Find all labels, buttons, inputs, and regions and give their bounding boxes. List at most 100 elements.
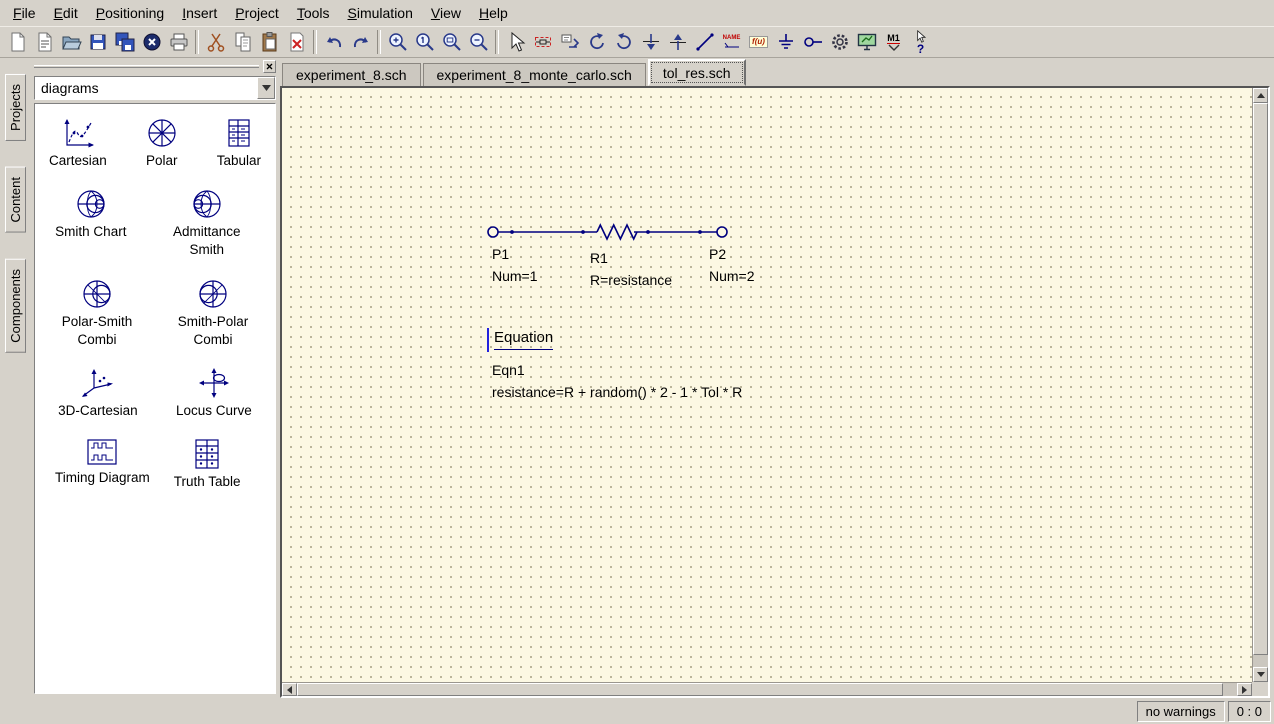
toolbar-separator (495, 30, 499, 54)
list-item-smith-polar-combi[interactable]: Smith-Polar Combi (165, 277, 261, 349)
timing-diagram-icon (85, 437, 119, 467)
cartesian-diagram-icon (60, 116, 96, 150)
copy-button[interactable] (229, 29, 256, 56)
list-item-truth-table[interactable]: Truth Table (174, 437, 241, 491)
menu-insert[interactable]: Insert (173, 2, 226, 24)
insert-ground-button[interactable] (772, 29, 799, 56)
close-document-button[interactable] (138, 29, 165, 56)
tab-experiment-8-monte-carlo[interactable]: experiment_8_monte_carlo.sch (423, 63, 646, 86)
menu-edit[interactable]: Edit (45, 2, 87, 24)
menu-view[interactable]: View (422, 2, 470, 24)
horizontal-scroll-thumb[interactable] (297, 683, 1223, 696)
zoom-in-button[interactable] (384, 29, 411, 56)
move-text-button[interactable] (556, 29, 583, 56)
sidebar-tab-components[interactable]: Components (5, 259, 26, 353)
dropdown-arrow-button[interactable] (257, 77, 275, 99)
activate-deactivate-button[interactable] (529, 29, 556, 56)
component-name-label[interactable]: P2 (709, 246, 726, 262)
zoom-reset-button[interactable] (411, 29, 438, 56)
save-all-button[interactable] (111, 29, 138, 56)
horizontal-scrollbar[interactable] (282, 682, 1252, 696)
show-last-messages-button[interactable]: M1 (880, 29, 907, 56)
zoom-out-button[interactable] (465, 29, 492, 56)
mirror-y-button[interactable] (664, 29, 691, 56)
ground-icon (775, 31, 797, 53)
simulate-button[interactable] (826, 29, 853, 56)
sidebar-tab-projects[interactable]: Projects (5, 74, 26, 141)
list-item-polar[interactable]: Polar (145, 116, 179, 170)
list-item-label: Tabular (217, 152, 261, 170)
list-item-smith-chart[interactable]: Smith Chart (55, 187, 126, 241)
component-property-label[interactable]: Num=2 (709, 268, 755, 284)
statusbar: no warnings 0 : 0 (0, 698, 1274, 724)
list-item-cartesian[interactable]: Cartesian (49, 116, 107, 170)
equation-name-label[interactable]: Eqn1 (492, 362, 525, 378)
print-button[interactable] (165, 29, 192, 56)
menu-project[interactable]: Project (226, 2, 288, 24)
select-button[interactable] (502, 29, 529, 56)
mirror-about-x-icon (640, 31, 662, 53)
rotate-cw-button[interactable] (610, 29, 637, 56)
list-item-admittance-smith[interactable]: Admittance Smith (159, 187, 255, 259)
rotate-button[interactable] (583, 29, 610, 56)
component-category-dropdown[interactable]: diagrams (34, 76, 276, 100)
list-item-label: Truth Table (174, 473, 241, 491)
save-button[interactable] (84, 29, 111, 56)
insert-wire-label-button[interactable]: NAME (718, 29, 745, 56)
mirror-x-button[interactable] (637, 29, 664, 56)
menu-simulation[interactable]: Simulation (339, 2, 422, 24)
whats-this-button[interactable]: ? (907, 29, 934, 56)
tab-experiment-8[interactable]: experiment_8.sch (282, 63, 421, 86)
scroll-left-button[interactable] (282, 683, 297, 696)
list-item-timing-diagram[interactable]: Timing Diagram (55, 437, 150, 487)
menu-help[interactable]: Help (470, 2, 517, 24)
new-document-button[interactable] (3, 29, 30, 56)
scroll-down-button[interactable] (1253, 667, 1268, 682)
port-p1-symbol[interactable] (488, 227, 498, 237)
list-item-3d-cartesian[interactable]: 3D-Cartesian (58, 366, 138, 420)
insert-port-button[interactable] (799, 29, 826, 56)
redo-button[interactable] (347, 29, 374, 56)
diagram-row: Polar-Smith Combi Smith-Polar Combi (39, 277, 271, 349)
cut-button[interactable] (202, 29, 229, 56)
list-item-tabular[interactable]: Tabular (217, 116, 261, 170)
menu-positioning[interactable]: Positioning (87, 2, 174, 24)
component-property-label[interactable]: R=resistance (590, 272, 672, 288)
undo-button[interactable] (320, 29, 347, 56)
toolbar: NAME f(u) M1 ? (0, 26, 1274, 58)
arrow-down-icon (1257, 672, 1265, 677)
vertical-scroll-thumb[interactable] (1253, 103, 1268, 655)
list-item-label: Admittance Smith (159, 223, 255, 259)
resistor-r1-symbol[interactable] (597, 225, 637, 239)
component-name-label[interactable]: P1 (492, 246, 509, 262)
component-name-label[interactable]: R1 (590, 250, 608, 266)
port-p2-symbol[interactable] (717, 227, 727, 237)
list-item-polar-smith-combi[interactable]: Polar-Smith Combi (49, 277, 145, 349)
equation-component[interactable]: Equation (487, 328, 555, 352)
dock-handle[interactable] (34, 65, 259, 68)
insert-equation-button[interactable]: f(u) (745, 29, 772, 56)
wire-label-line-icon (723, 41, 741, 49)
equation-formula-label[interactable]: resistance=R + random() * 2 - 1 * Tol * … (492, 384, 742, 400)
dock-close-button[interactable] (263, 60, 276, 73)
sidebar-tab-content[interactable]: Content (5, 167, 26, 233)
view-data-display-button[interactable] (853, 29, 880, 56)
menu-tools[interactable]: Tools (288, 2, 339, 24)
scroll-right-button[interactable] (1237, 683, 1252, 696)
insert-wire-button[interactable] (691, 29, 718, 56)
schematic-canvas[interactable]: P1 Num=1 R1 R=resistance P2 Num=2 Equati… (282, 88, 1252, 682)
resistor-circuit-drawing[interactable] (482, 218, 742, 248)
tab-tol-res[interactable]: tol_res.sch (648, 59, 746, 86)
component-property-label[interactable]: Num=1 (492, 268, 538, 284)
delete-button[interactable] (283, 29, 310, 56)
zoom-fit-button[interactable] (438, 29, 465, 56)
vertical-scrollbar[interactable] (1252, 88, 1268, 682)
open-button[interactable] (57, 29, 84, 56)
paste-button[interactable] (256, 29, 283, 56)
scroll-up-button[interactable] (1253, 88, 1268, 103)
list-item-label: Polar-Smith Combi (49, 313, 145, 349)
list-item-locus-curve[interactable]: Locus Curve (176, 366, 252, 420)
new-text-button[interactable] (30, 29, 57, 56)
arrow-up-icon (1257, 93, 1265, 98)
menu-file[interactable]: File (4, 2, 45, 24)
